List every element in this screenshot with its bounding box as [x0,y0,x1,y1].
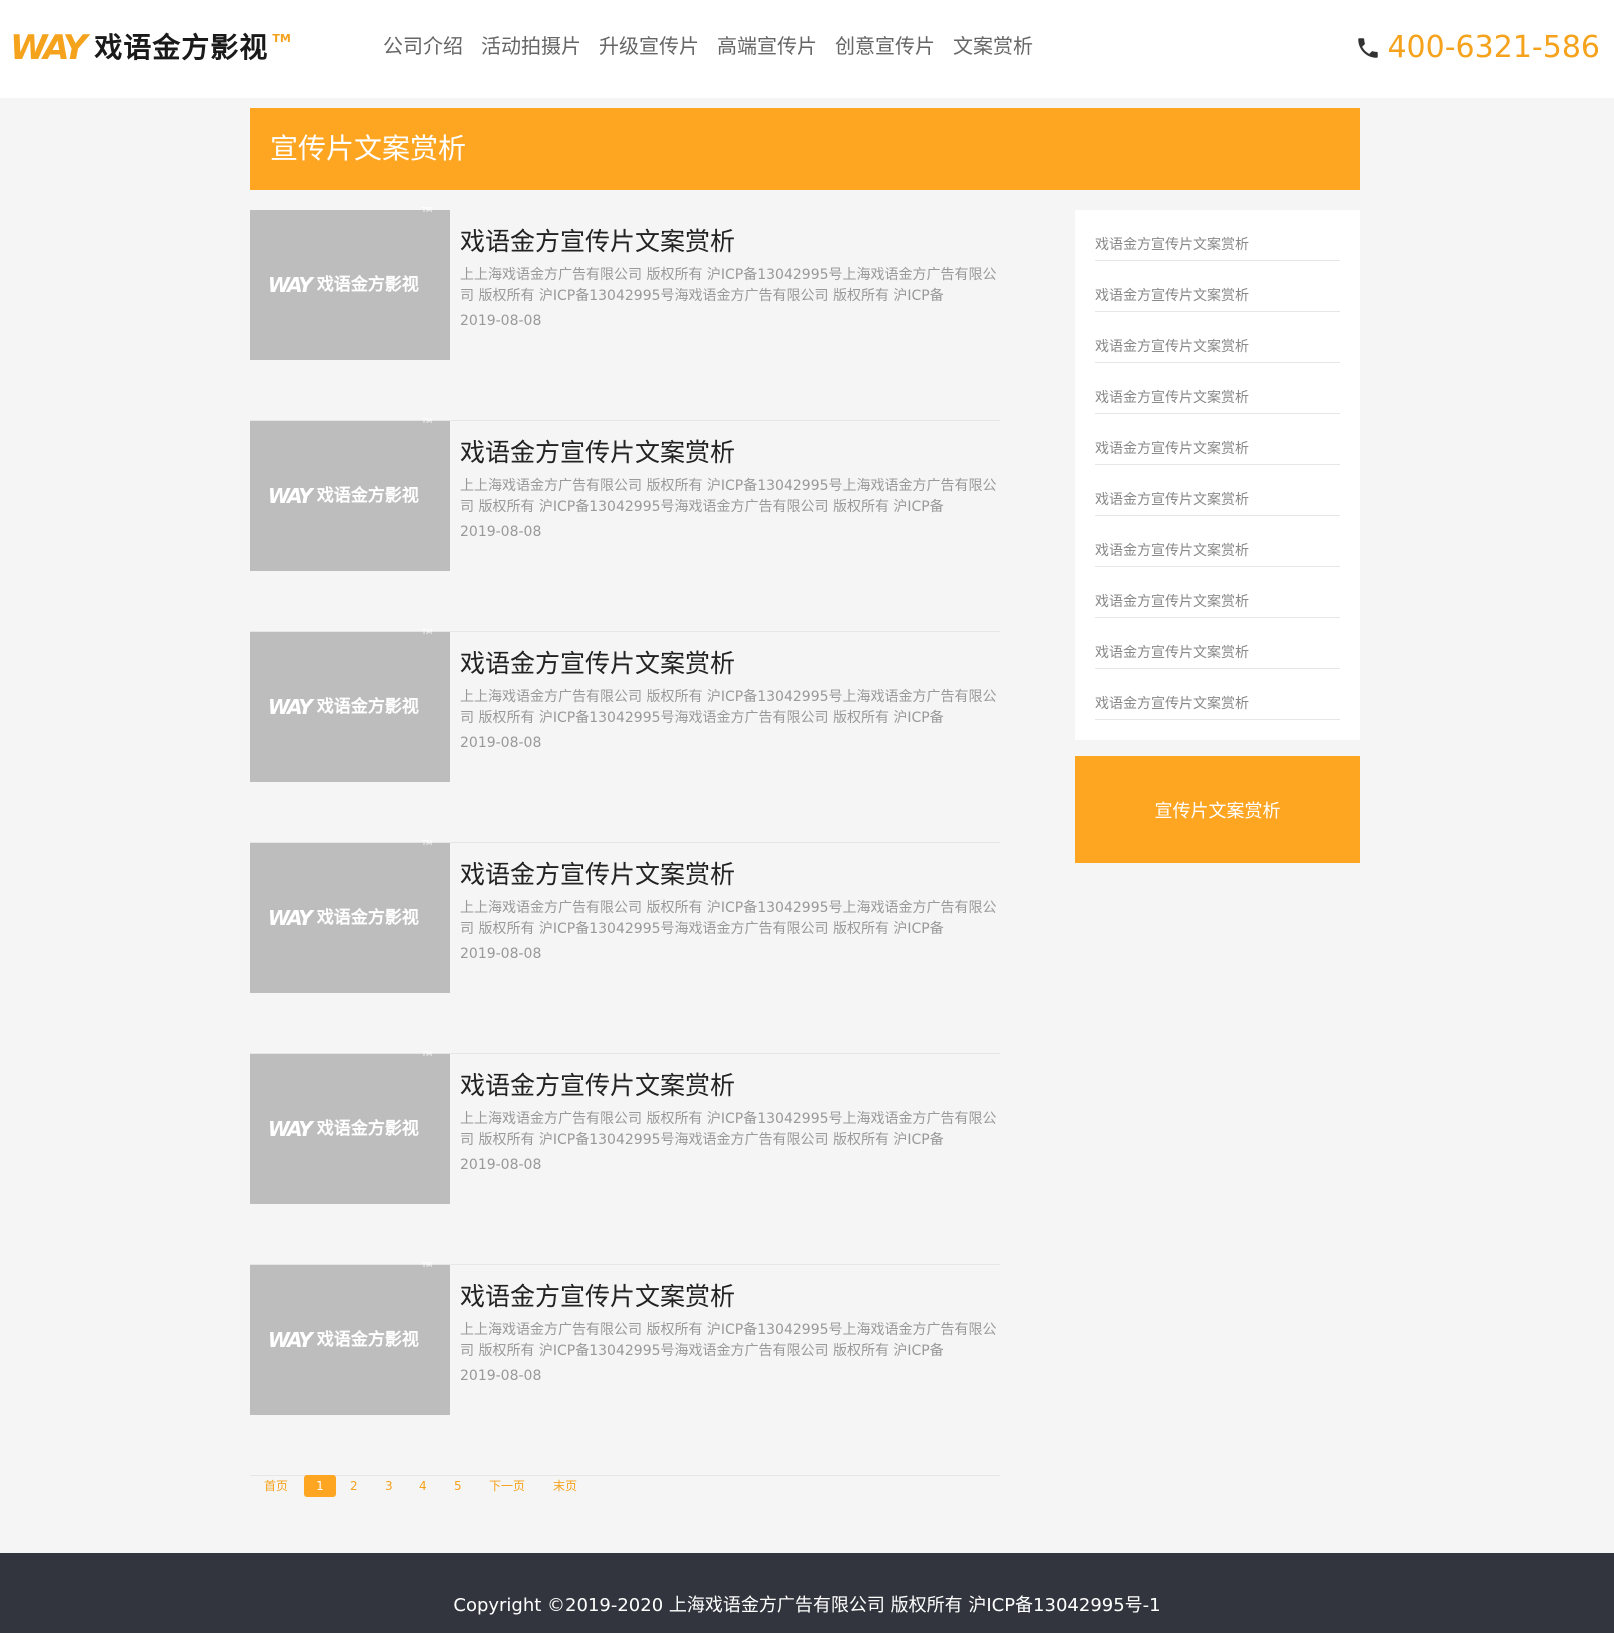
article-thumbnail[interactable]: WAY 戏语金方影视 TM [250,628,450,782]
article-title[interactable]: 戏语金方宣传片文案赏析 [460,858,735,892]
nav-item-about[interactable]: 公司介绍 [383,32,463,60]
phone-number: 400-6321-586 [1387,30,1600,65]
sidebar-item[interactable]: 戏语金方宣传片文案赏析 [1095,363,1340,414]
site-footer: Copyright ©2019-2020 上海戏语金方广告有限公司 版权所有 沪… [0,1553,1614,1633]
thumbnail-logo-mark: WAY [267,273,313,297]
article-summary: 上上海戏语金方广告有限公司 版权所有 沪ICP备13042995号上海戏语金方广… [460,689,997,726]
logo-mark: WAY [10,28,87,68]
article-title[interactable]: 戏语金方宣传片文案赏析 [460,436,735,470]
sidebar-item[interactable]: 戏语金方宣传片文案赏析 [1095,210,1340,261]
thumbnail-logo-text: 戏语金方影视 [316,1118,419,1139]
logo-text: 戏语金方影视 [94,31,269,64]
article-date: 2019-08-08 [460,313,542,329]
site-header: WAY 戏语金方影视 TM 公司介绍 活动拍摄片 升级宣传片 高端宣传片 创意宣… [0,0,1614,98]
main-nav: 公司介绍 活动拍摄片 升级宣传片 高端宣传片 创意宣传片 文案赏析 [383,32,1051,60]
thumbnail-trademark: TM [421,1050,433,1058]
sidebar-item[interactable]: 戏语金方宣传片文案赏析 [1095,312,1340,363]
list-item[interactable]: WAY 戏语金方影视 TM 戏语金方宣传片文案赏析 上上海戏语金方广告有限公司 … [250,1261,1000,1476]
page-next-link[interactable]: 下一页 [489,1475,525,1497]
article-thumbnail[interactable]: WAY 戏语金方影视 TM [250,206,450,360]
article-title[interactable]: 戏语金方宣传片文案赏析 [460,1069,735,1103]
page-link-current[interactable]: 1 [304,1475,336,1497]
article-thumbnail[interactable]: WAY 戏语金方影视 TM [250,839,450,993]
nav-item-upgrade-promo[interactable]: 升级宣传片 [599,32,699,60]
thumbnail-logo-text: 戏语金方影视 [316,1329,419,1350]
page-link[interactable]: 2 [350,1475,358,1497]
list-item[interactable]: WAY 戏语金方影视 TM 戏语金方宣传片文案赏析 上上海戏语金方广告有限公司 … [250,206,1000,421]
page-title: 宣传片文案赏析 [270,132,467,165]
article-summary: 上上海戏语金方广告有限公司 版权所有 沪ICP备13042995号上海戏语金方广… [460,1322,997,1359]
nav-item-event-video[interactable]: 活动拍摄片 [481,32,581,60]
article-summary: 上上海戏语金方广告有限公司 版权所有 沪ICP备13042995号上海戏语金方广… [460,900,997,937]
sidebar-item[interactable]: 戏语金方宣传片文案赏析 [1095,414,1340,465]
page-link[interactable]: 5 [454,1475,462,1497]
article-date: 2019-08-08 [460,735,542,751]
sidebar-item[interactable]: 戏语金方宣传片文案赏析 [1095,261,1340,312]
thumbnail-logo-text: 戏语金方影视 [316,696,419,717]
site-logo[interactable]: WAY 戏语金方影视 TM [10,26,291,70]
article-thumbnail[interactable]: WAY 戏语金方影视 TM [250,417,450,571]
article-date: 2019-08-08 [460,1368,542,1384]
list-item[interactable]: WAY 戏语金方影视 TM 戏语金方宣传片文案赏析 上上海戏语金方广告有限公司 … [250,417,1000,632]
article-date: 2019-08-08 [460,524,542,540]
nav-item-copywriting[interactable]: 文案赏析 [953,32,1033,60]
sidebar-item[interactable]: 戏语金方宣传片文案赏析 [1095,567,1340,618]
thumbnail-trademark: TM [421,206,433,214]
sidebar-item[interactable]: 戏语金方宣传片文案赏析 [1095,618,1340,669]
thumbnail-logo-text: 戏语金方影视 [316,485,419,506]
article-date: 2019-08-08 [460,1157,542,1173]
thumbnail-trademark: TM [421,417,433,425]
list-item[interactable]: WAY 戏语金方影视 TM 戏语金方宣传片文案赏析 上上海戏语金方广告有限公司 … [250,1050,1000,1265]
article-thumbnail[interactable]: WAY 戏语金方影视 TM [250,1050,450,1204]
thumbnail-trademark: TM [421,1261,433,1269]
nav-item-premium-promo[interactable]: 高端宣传片 [717,32,817,60]
thumbnail-logo-mark: WAY [267,695,313,719]
thumbnail-logo-text: 戏语金方影视 [316,907,419,928]
category-banner: 宣传片文案赏析 [250,108,1360,190]
article-list: WAY 戏语金方影视 TM 戏语金方宣传片文案赏析 上上海戏语金方广告有限公司 … [250,206,1000,1476]
sidebar-item[interactable]: 戏语金方宣传片文案赏析 [1095,669,1340,720]
article-title[interactable]: 戏语金方宣传片文案赏析 [460,647,735,681]
thumbnail-logo-mark: WAY [267,484,313,508]
phone-icon [1358,38,1379,58]
copyright-text: Copyright ©2019-2020 上海戏语金方广告有限公司 版权所有 沪… [453,1595,1161,1616]
sidebar-related-list: 戏语金方宣传片文案赏析 戏语金方宣传片文案赏析 戏语金方宣传片文案赏析 戏语金方… [1075,210,1360,740]
article-title[interactable]: 戏语金方宣传片文案赏析 [460,225,735,259]
thumbnail-logo-text: 戏语金方影视 [316,274,419,295]
sidebar-item[interactable]: 戏语金方宣传片文案赏析 [1095,465,1340,516]
article-summary: 上上海戏语金方广告有限公司 版权所有 沪ICP备13042995号上海戏语金方广… [460,267,997,304]
page-first-link[interactable]: 首页 [264,1475,288,1497]
thumbnail-logo-mark: WAY [267,1328,313,1352]
article-thumbnail[interactable]: WAY 戏语金方影视 TM [250,1261,450,1415]
page-last-link[interactable]: 末页 [553,1475,577,1497]
list-item[interactable]: WAY 戏语金方影视 TM 戏语金方宣传片文案赏析 上上海戏语金方广告有限公司 … [250,839,1000,1054]
thumbnail-trademark: TM [421,839,433,847]
logo-trademark: TM [272,32,291,45]
list-item[interactable]: WAY 戏语金方影视 TM 戏语金方宣传片文案赏析 上上海戏语金方广告有限公司 … [250,628,1000,843]
page-link[interactable]: 3 [385,1475,393,1497]
thumbnail-trademark: TM [421,628,433,636]
nav-item-creative-promo[interactable]: 创意宣传片 [835,32,935,60]
page-link[interactable]: 4 [419,1475,427,1497]
article-title[interactable]: 戏语金方宣传片文案赏析 [460,1280,735,1314]
article-summary: 上上海戏语金方广告有限公司 版权所有 沪ICP备13042995号上海戏语金方广… [460,478,997,515]
thumbnail-logo-mark: WAY [267,1117,313,1141]
sidebar-item[interactable]: 戏语金方宣传片文案赏析 [1095,516,1340,567]
article-summary: 上上海戏语金方广告有限公司 版权所有 沪ICP备13042995号上海戏语金方广… [460,1111,997,1148]
article-date: 2019-08-08 [460,946,542,962]
phone-contact[interactable]: 400-6321-586 [1355,28,1600,68]
thumbnail-logo-mark: WAY [267,906,313,930]
sidebar-category-button[interactable]: 宣传片文案赏析 [1075,756,1360,863]
